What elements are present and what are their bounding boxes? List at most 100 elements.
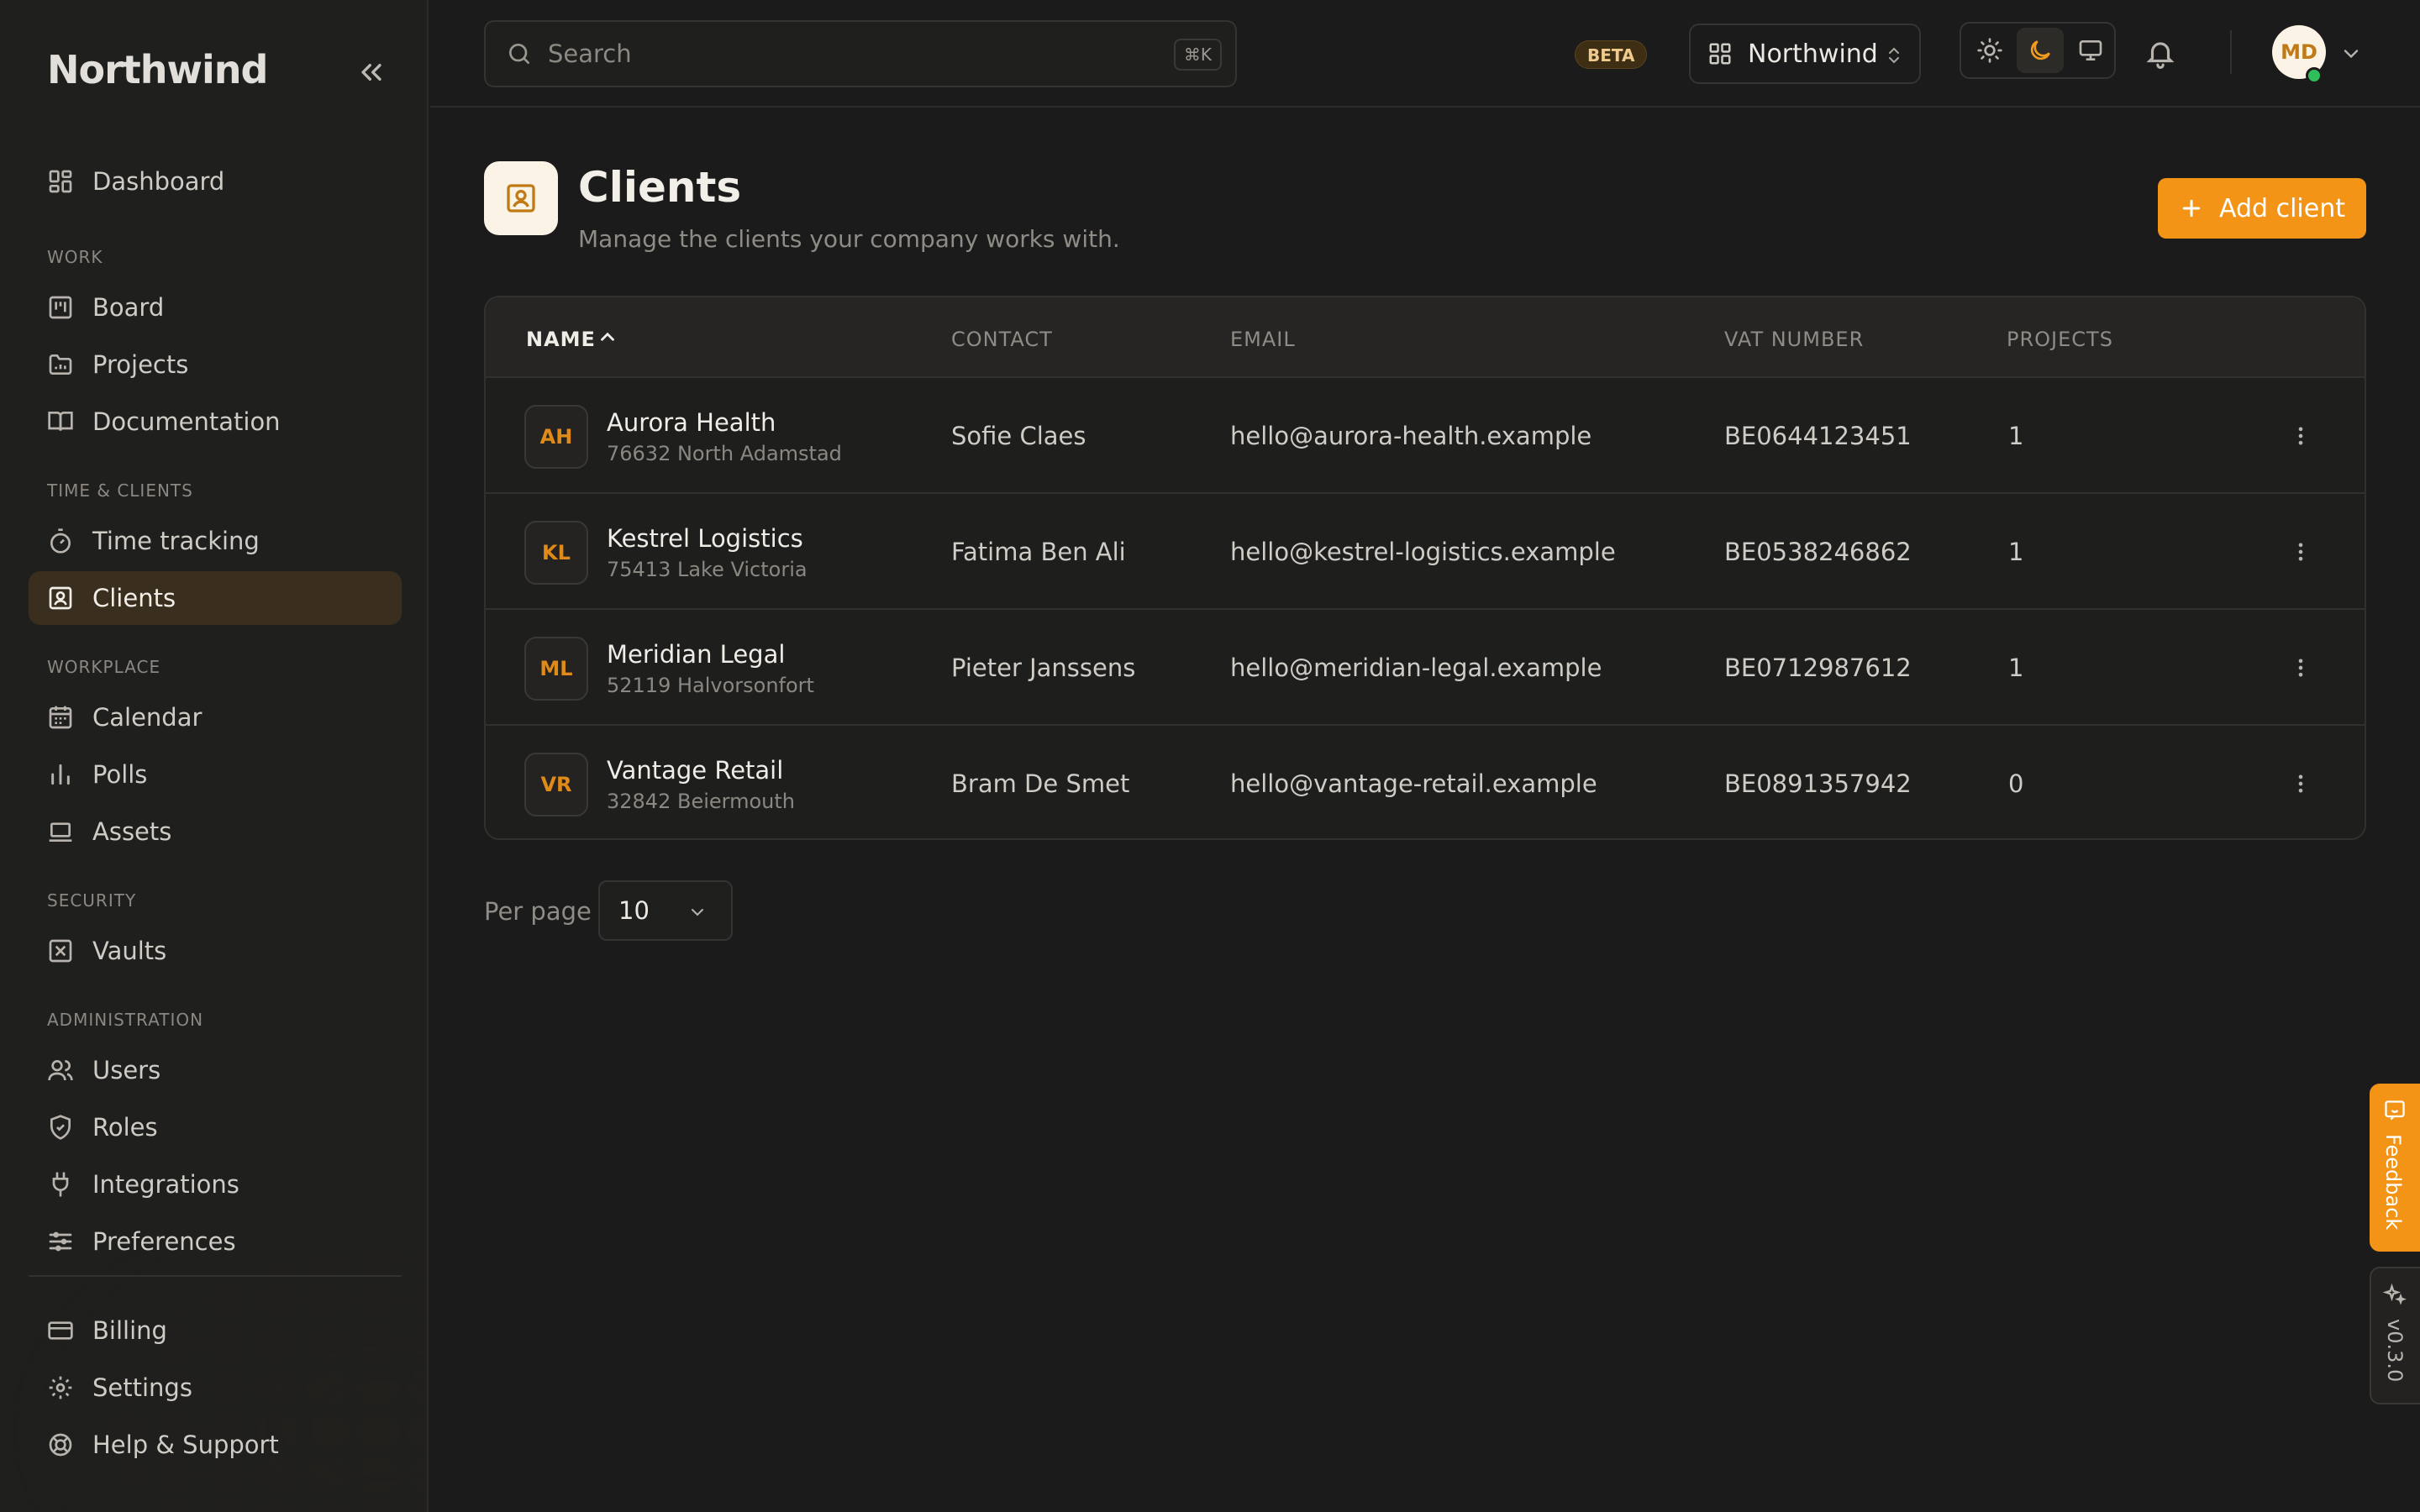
sidebar-item-clients[interactable]: Clients (29, 571, 402, 625)
more-vertical-icon[interactable] (2289, 538, 2312, 566)
client-contact: Bram De Smet (951, 769, 1130, 798)
section-label-time-clients: TIME & CLIENTS (47, 480, 193, 501)
table-row[interactable]: KL Kestrel Logistics 75413 Lake Victoria… (486, 494, 2365, 610)
sidebar-item-board[interactable]: Board (29, 281, 402, 334)
client-name[interactable]: Kestrel Logistics (607, 524, 803, 553)
sidebar-item-label: Preferences (92, 1227, 236, 1256)
more-vertical-icon[interactable] (2289, 422, 2312, 450)
search-input[interactable]: Search ⌘K (484, 20, 1237, 87)
sidebar-item-billing[interactable]: Billing (29, 1304, 402, 1357)
plug-icon (52, 1172, 69, 1197)
search-icon (509, 44, 529, 64)
version-tab[interactable]: v0.3.0 (2370, 1267, 2420, 1404)
sidebar-item-polls[interactable]: Polls (29, 748, 402, 801)
client-vat: BE0538246862 (1724, 538, 1912, 566)
sidebar-item-settings[interactable]: Settings (29, 1361, 402, 1415)
more-vertical-icon[interactable] (2289, 769, 2312, 798)
sidebar-item-users[interactable]: Users (29, 1043, 402, 1097)
chevrons-up-down-icon (1889, 47, 1899, 64)
sliders-icon (49, 1231, 72, 1252)
table-row[interactable]: VR Vantage Retail 32842 Beiermouth Bram … (486, 726, 2365, 838)
sidebar-item-roles[interactable]: Roles (29, 1100, 402, 1154)
sidebar-item-preferences[interactable]: Preferences (29, 1215, 402, 1268)
client-email: hello@kestrel-logistics.example (1230, 538, 1616, 566)
per-page-select[interactable]: 10 (598, 880, 733, 941)
moon-icon (2030, 40, 2050, 60)
feedback-icon (2385, 1100, 2405, 1121)
client-avatar: VR (524, 753, 588, 816)
collapse-sidebar-icon[interactable] (355, 55, 388, 89)
client-address: 76632 North Adamstad (607, 442, 842, 465)
contact-card-icon (49, 586, 72, 610)
sort-ascending-icon[interactable] (597, 326, 618, 348)
sidebar-item-vaults[interactable]: Vaults (29, 924, 402, 978)
chevron-down-icon[interactable] (2339, 42, 2363, 66)
client-email: hello@vantage-retail.example (1230, 769, 1597, 798)
sidebar-item-integrations[interactable]: Integrations (29, 1158, 402, 1211)
search-shortcut-badge: ⌘K (1173, 39, 1222, 71)
bar-chart-icon (51, 764, 70, 785)
sidebar-item-label: Board (92, 293, 165, 322)
shield-check-icon (50, 1115, 71, 1140)
grid-icon (1709, 43, 1731, 65)
table-row[interactable]: ML Meridian Legal 52119 Halvorsonfort Pi… (486, 610, 2365, 726)
client-email: hello@aurora-health.example (1230, 422, 1592, 450)
client-name[interactable]: Aurora Health (607, 408, 776, 437)
column-header-projects[interactable]: PROJECTS (2007, 328, 2113, 351)
more-vertical-icon[interactable] (2289, 654, 2312, 682)
sidebar-item-documentation[interactable]: Documentation (29, 395, 402, 449)
theme-system-button[interactable] (2067, 28, 2114, 73)
topbar-separator (2230, 30, 2232, 74)
client-name[interactable]: Vantage Retail (607, 756, 783, 785)
column-header-email[interactable]: EMAIL (1230, 328, 1296, 351)
sidebar-item-label: Settings (92, 1373, 192, 1402)
feedback-label: Feedback (2381, 1134, 2405, 1231)
add-client-label: Add client (2218, 193, 2345, 223)
vault-icon (49, 939, 72, 963)
plus-icon (2182, 199, 2201, 218)
section-label-administration: ADMINISTRATION (47, 1010, 204, 1030)
table-row[interactable]: AH Aurora Health 76632 North Adamstad So… (486, 378, 2365, 494)
theme-light-button[interactable] (1966, 28, 2013, 73)
column-header-vat[interactable]: VAT NUMBER (1724, 328, 1864, 351)
client-address: 32842 Beiermouth (607, 790, 795, 813)
sidebar-item-projects[interactable]: Projects (29, 338, 402, 391)
add-client-button[interactable]: Add client (2158, 178, 2366, 239)
page-subtitle: Manage the clients your company works wi… (578, 225, 1120, 253)
sidebar-item-help[interactable]: Help & Support (29, 1418, 402, 1472)
client-contact: Sofie Claes (951, 422, 1086, 450)
chevron-down-icon (692, 909, 703, 916)
client-name[interactable]: Meridian Legal (607, 640, 785, 669)
section-label-security: SECURITY (47, 890, 137, 911)
sidebar-item-calendar[interactable]: Calendar (29, 690, 402, 744)
calendar-icon (49, 706, 72, 729)
gear-icon (49, 1376, 72, 1399)
workspace-switcher[interactable]: Northwind (1689, 24, 1921, 84)
contact-card-icon (507, 184, 535, 213)
sidebar-item-label: Documentation (92, 407, 281, 436)
version-label: v0.3.0 (2383, 1319, 2407, 1383)
client-projects: 1 (2008, 654, 2024, 682)
column-header-name[interactable]: NAME (526, 328, 596, 351)
online-status-dot (2306, 67, 2323, 84)
table-header: NAME CONTACT EMAIL VAT NUMBER PROJECTS (486, 297, 2365, 378)
column-header-contact[interactable]: CONTACT (951, 328, 1053, 351)
sidebar-item-time-tracking[interactable]: Time tracking (29, 514, 402, 568)
client-vat: BE0644123451 (1724, 422, 1912, 450)
section-label-workplace: WORKPLACE (47, 657, 161, 677)
laptop-icon (49, 822, 72, 842)
credit-card-icon (48, 1321, 73, 1340)
brand-logo[interactable]: Northwind (47, 47, 268, 92)
theme-dark-button[interactable] (2017, 28, 2064, 73)
sidebar-item-label: Time tracking (92, 527, 260, 555)
client-projects: 0 (2008, 769, 2024, 798)
sidebar-item-label: Integrations (92, 1170, 239, 1199)
feedback-tab[interactable]: Feedback (2370, 1084, 2420, 1252)
beta-badge: BETA (1575, 40, 1648, 69)
sidebar-item-label: Vaults (92, 937, 167, 965)
notifications-bell-icon[interactable] (2144, 37, 2176, 69)
sidebar-item-label: Calendar (92, 703, 203, 732)
sidebar-item-assets[interactable]: Assets (29, 805, 402, 858)
lifebuoy-icon (49, 1433, 72, 1457)
sidebar-item-dashboard[interactable]: Dashboard (29, 155, 402, 208)
